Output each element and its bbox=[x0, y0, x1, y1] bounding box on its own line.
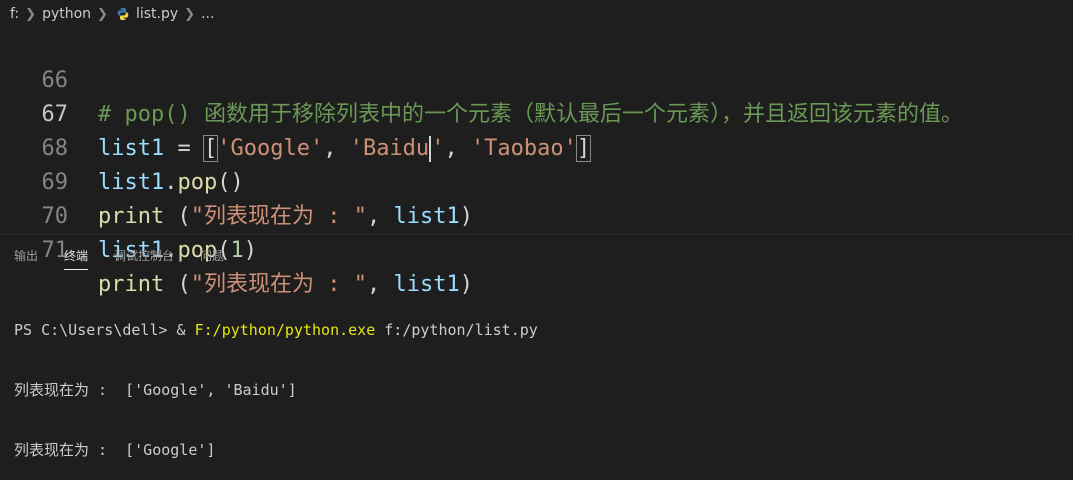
token-punctuation: ) bbox=[459, 204, 473, 229]
token-punctuation: , bbox=[366, 204, 394, 229]
terminal-script-path: f:/python/list.py bbox=[375, 321, 538, 339]
breadcrumb-more[interactable]: ... bbox=[201, 6, 214, 22]
token-punctuation: ( bbox=[164, 204, 191, 229]
token-function: pop bbox=[177, 170, 218, 195]
terminal-command-line: PS C:\Users\dell> & F:/python/python.exe… bbox=[14, 320, 538, 340]
token-punctuation: () bbox=[217, 170, 244, 195]
breadcrumb: f: ❯ python ❯ list.py ❯ ... bbox=[0, 0, 1073, 28]
panel-divider bbox=[0, 234, 1073, 235]
code-editor[interactable]: 66 # pop() 函数用于移除列表中的一个元素（默认最后一个元素），并且返回… bbox=[0, 28, 1073, 297]
token-string: 'Baidu bbox=[349, 136, 430, 161]
token-variable: list1 bbox=[393, 204, 460, 229]
breadcrumb-drive[interactable]: f: bbox=[10, 6, 19, 22]
token-function: print bbox=[98, 204, 165, 229]
panel-tabs: 输出 终端 调试控制台 问题 bbox=[0, 240, 250, 270]
code-line: 68 list1.pop() bbox=[0, 98, 244, 195]
breadcrumb-file[interactable]: list.py bbox=[136, 6, 178, 22]
token-punctuation: , bbox=[444, 136, 471, 161]
code-line: 67 list1 = ['Google', 'Baidu', 'Taobao'] bbox=[0, 64, 592, 162]
code-content: list1 = ['Google', 'Baidu', 'Taobao'] bbox=[98, 132, 592, 166]
token-string: 'Google' bbox=[217, 136, 324, 161]
code-content: list1.pop() bbox=[98, 166, 244, 200]
code-line: 66 # pop() 函数用于移除列表中的一个元素（默认最后一个元素），并且返回… bbox=[0, 30, 963, 127]
code-line: 71 print ("列表现在为 : ", list1) bbox=[0, 200, 473, 297]
code-comment: # pop() 函数用于移除列表中的一个元素（默认最后一个元素），并且返回该元素… bbox=[98, 102, 963, 127]
code-line: 69 print ("列表现在为 : ", list1) bbox=[0, 132, 473, 229]
terminal-executable: F:/python/python.exe bbox=[194, 321, 376, 339]
terminal-output[interactable]: PS C:\Users\dell> & F:/python/python.exe… bbox=[14, 280, 538, 480]
token-string: "列表现在为 : " bbox=[190, 204, 367, 229]
terminal-output-line: 列表现在为 : ['Google'] bbox=[14, 441, 216, 459]
token-bracket: ] bbox=[575, 135, 592, 162]
chevron-right-icon: ❯ bbox=[97, 6, 108, 22]
tab-problems[interactable]: 问题 bbox=[200, 243, 224, 268]
token-punctuation: . bbox=[164, 170, 178, 195]
python-file-icon bbox=[117, 7, 129, 21]
code-content: print ("列表现在为 : ", list1) bbox=[98, 200, 473, 234]
token-variable: list1 bbox=[98, 170, 165, 195]
token-operator: = bbox=[164, 136, 204, 161]
token-bracket: [ bbox=[202, 135, 219, 162]
chevron-right-icon: ❯ bbox=[25, 6, 37, 22]
token-string: ' bbox=[431, 136, 445, 161]
token-punctuation: , bbox=[323, 136, 350, 161]
tab-output[interactable]: 输出 bbox=[14, 243, 38, 268]
terminal-prompt: PS C:\Users\dell> & bbox=[14, 321, 195, 339]
chevron-right-icon: ❯ bbox=[184, 6, 196, 22]
code-line: 70 list1.pop(1) bbox=[0, 166, 257, 263]
terminal-output-line: 列表现在为 : ['Google', 'Baidu'] bbox=[14, 381, 297, 399]
tab-debug-console[interactable]: 调试控制台 bbox=[114, 243, 174, 268]
token-variable: list1 bbox=[98, 136, 165, 161]
token-string: 'Taobao' bbox=[470, 136, 577, 161]
tab-terminal[interactable]: 终端 bbox=[64, 243, 89, 270]
breadcrumb-folder[interactable]: python bbox=[42, 6, 91, 22]
